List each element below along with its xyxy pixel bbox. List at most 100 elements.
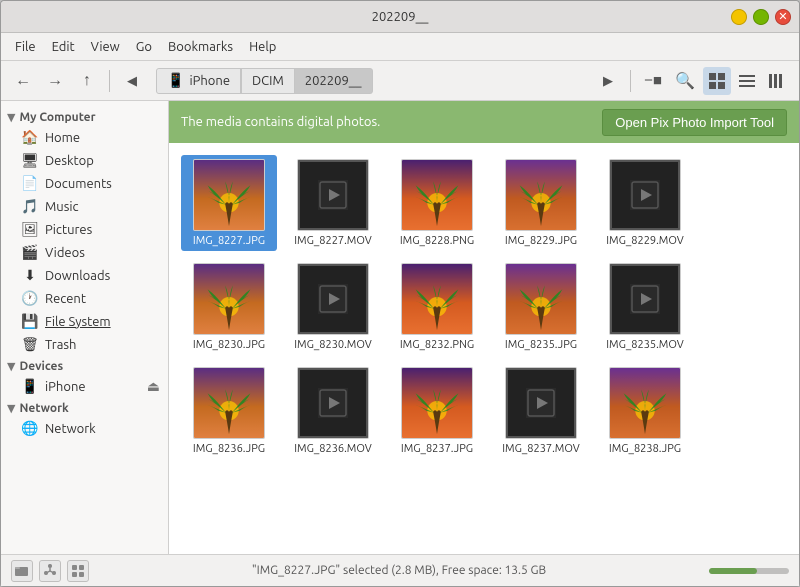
- breadcrumb-folder[interactable]: 202209__: [295, 68, 373, 94]
- info-bar-text: The media contains digital photos.: [181, 115, 380, 129]
- zoom-track[interactable]: [709, 568, 789, 574]
- sidebar-item-trash[interactable]: 🗑 Trash: [1, 333, 168, 356]
- file-item[interactable]: IMG_8229.JPG: [493, 155, 589, 251]
- menu-view[interactable]: View: [83, 38, 128, 56]
- sidebar-section-my-computer[interactable]: ▼ My Computer: [1, 107, 168, 126]
- home-label: Home: [45, 131, 160, 145]
- recent-label: Recent: [45, 292, 160, 306]
- eject-icon[interactable]: ⏏: [147, 378, 160, 395]
- file-thumbnail: [401, 159, 473, 231]
- statusbar-icon-app[interactable]: [67, 560, 89, 582]
- statusbar: "IMG_8227.JPG" selected (2.8 MB), Free s…: [1, 554, 799, 586]
- menu-bookmarks[interactable]: Bookmarks: [160, 38, 241, 56]
- file-thumbnail: [505, 367, 577, 439]
- sidebar-section-network[interactable]: ▼ Network: [1, 398, 168, 417]
- file-name: IMG_8236.MOV: [294, 443, 372, 455]
- file-name: IMG_8235.JPG: [505, 339, 577, 351]
- sidebar-item-pictures[interactable]: 🖼 Pictures: [1, 218, 168, 241]
- my-computer-arrow: ▼: [7, 111, 15, 124]
- menu-go[interactable]: Go: [128, 38, 160, 56]
- file-name: IMG_8227.MOV: [294, 235, 372, 247]
- grid-view-button[interactable]: [703, 67, 731, 95]
- devices-label: Devices: [19, 360, 63, 373]
- file-name: IMG_8228.PNG: [400, 235, 474, 247]
- sidebar-item-iphone[interactable]: 📱 iPhone ⏏: [1, 375, 168, 398]
- menu-file[interactable]: File: [7, 38, 44, 56]
- statusbar-icon-folder[interactable]: [11, 560, 33, 582]
- sidebar-item-videos[interactable]: 🎬 Videos: [1, 241, 168, 264]
- zoom-fill: [709, 568, 757, 574]
- file-item[interactable]: IMG_8235.JPG: [493, 259, 589, 355]
- file-item[interactable]: IMG_8236.JPG: [181, 363, 277, 459]
- desktop-icon: 🖥: [21, 152, 39, 169]
- file-name: IMG_8230.MOV: [294, 339, 372, 351]
- import-button[interactable]: Open Pix Photo Import Tool: [602, 109, 787, 136]
- file-item[interactable]: IMG_8237.JPG: [389, 363, 485, 459]
- sidebar-item-filesystem[interactable]: 💾 File System: [1, 310, 168, 333]
- sidebar-item-desktop[interactable]: 🖥 Desktop: [1, 149, 168, 172]
- file-thumbnail: [505, 159, 577, 231]
- downloads-label: Downloads: [45, 269, 160, 283]
- file-item[interactable]: IMG_8227.MOV: [285, 155, 381, 251]
- menu-edit[interactable]: Edit: [44, 38, 83, 56]
- documents-icon: 📄: [21, 175, 39, 192]
- close-button[interactable]: ✕: [775, 9, 791, 25]
- file-item[interactable]: IMG_8229.MOV: [597, 155, 693, 251]
- view-buttons: [703, 67, 791, 95]
- nav-prev-button[interactable]: ◀: [118, 67, 146, 95]
- statusbar-zoom: [709, 568, 789, 574]
- back-button[interactable]: ←: [9, 67, 37, 95]
- file-thumbnail: [297, 263, 369, 335]
- file-item[interactable]: IMG_8232.PNG: [389, 259, 485, 355]
- minimize-button[interactable]: −: [731, 9, 747, 25]
- sidebar-item-recent[interactable]: 🕐 Recent: [1, 287, 168, 310]
- sidebar-section-devices[interactable]: ▼ Devices: [1, 356, 168, 375]
- desktop-label: Desktop: [45, 154, 160, 168]
- file-thumbnail: [297, 159, 369, 231]
- forward-button[interactable]: →: [41, 67, 69, 95]
- list-view-button[interactable]: [733, 67, 761, 95]
- file-item[interactable]: IMG_8230.MOV: [285, 259, 381, 355]
- file-grid: IMG_8227.JPG IMG_8227.MOV: [169, 143, 799, 554]
- file-thumbnail: [401, 263, 473, 335]
- maximize-button[interactable]: □: [753, 9, 769, 25]
- zoom-out-button[interactable]: −■: [639, 67, 667, 95]
- breadcrumb-iphone[interactable]: 📱 iPhone: [156, 68, 241, 94]
- file-item[interactable]: IMG_8236.MOV: [285, 363, 381, 459]
- sidebar-item-home[interactable]: 🏠 Home: [1, 126, 168, 149]
- file-name: IMG_8237.MOV: [502, 443, 580, 455]
- file-item[interactable]: IMG_8227.JPG: [181, 155, 277, 251]
- file-item[interactable]: IMG_8228.PNG: [389, 155, 485, 251]
- sidebar-item-documents[interactable]: 📄 Documents: [1, 172, 168, 195]
- file-thumbnail: [505, 263, 577, 335]
- file-thumbnail: [297, 367, 369, 439]
- menu-help[interactable]: Help: [241, 38, 284, 56]
- pictures-label: Pictures: [45, 223, 160, 237]
- sidebar-item-network[interactable]: 🌐 Network: [1, 417, 168, 440]
- music-label: Music: [45, 200, 160, 214]
- network-section-label: Network: [19, 402, 68, 415]
- network-label: Network: [45, 422, 160, 436]
- recent-icon: 🕐: [21, 290, 39, 307]
- file-item[interactable]: IMG_8237.MOV: [493, 363, 589, 459]
- file-thumbnail: [193, 159, 265, 231]
- documents-label: Documents: [45, 177, 160, 191]
- file-name: IMG_8235.MOV: [606, 339, 684, 351]
- breadcrumb-dcim[interactable]: DCIM: [241, 68, 295, 94]
- sidebar-item-music[interactable]: 🎵 Music: [1, 195, 168, 218]
- file-item[interactable]: IMG_8235.MOV: [597, 259, 693, 355]
- file-thumbnail: [609, 159, 681, 231]
- statusbar-icon-tree[interactable]: [39, 560, 61, 582]
- nav-next-button[interactable]: ▶: [594, 67, 622, 95]
- up-button[interactable]: ↑: [73, 67, 101, 95]
- separator-2: [630, 70, 631, 92]
- file-thumbnail: [193, 263, 265, 335]
- sidebar-item-downloads[interactable]: ⬇ Downloads: [1, 264, 168, 287]
- filesystem-icon: 💾: [21, 313, 39, 330]
- statusbar-text: "IMG_8227.JPG" selected (2.8 MB), Free s…: [97, 564, 701, 577]
- search-button[interactable]: 🔍: [671, 67, 699, 95]
- file-item[interactable]: IMG_8238.JPG: [597, 363, 693, 459]
- compact-view-button[interactable]: [763, 67, 791, 95]
- file-item[interactable]: IMG_8230.JPG: [181, 259, 277, 355]
- toolbar: ← → ↑ ◀ 📱 iPhone DCIM 202209__ ▶ −■ 🔍: [1, 61, 799, 101]
